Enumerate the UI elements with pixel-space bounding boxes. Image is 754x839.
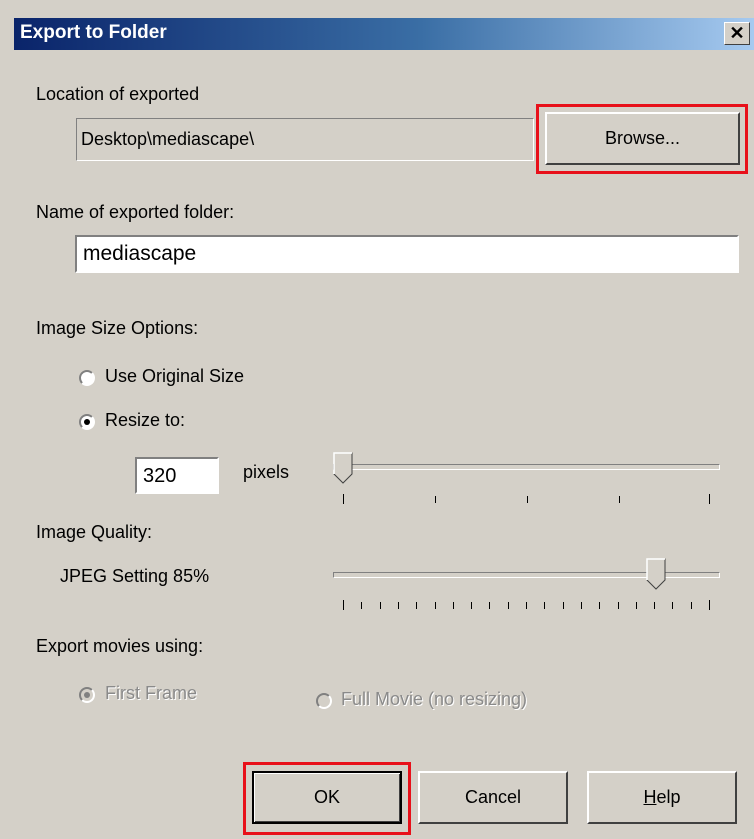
use-original-size-label[interactable]: Use Original Size [105,366,244,387]
folder-name-input[interactable]: mediascape [75,235,739,273]
jpeg-setting-label: JPEG Setting 85% [60,566,210,586]
quality-slider-tick [654,602,655,609]
quality-slider-tick [380,602,381,609]
close-icon: ✕ [729,23,745,43]
resize-width-input[interactable]: 320 [135,457,219,494]
help-button[interactable]: Help [587,771,737,824]
resize-slider-tick [527,496,528,503]
full-movie-label[interactable]: Full Movie (no resizing) [341,689,527,710]
resize-slider-tick [709,494,710,504]
ok-button[interactable]: OK [252,771,402,824]
close-button[interactable]: ✕ [724,22,750,45]
quality-slider-tick [398,602,399,609]
quality-slider-tick [489,602,490,609]
quality-slider-tick [526,602,527,609]
quality-slider-tick [416,602,417,609]
resize-slider-tick [343,494,344,504]
image-size-label: Image Size Options: [36,318,199,338]
cancel-button[interactable]: Cancel [418,771,568,824]
export-movies-label: Export movies using: [36,636,204,656]
full-movie-radio[interactable] [316,693,332,709]
location-path-value: Desktop\mediascape\ [81,129,255,149]
resize-slider-tick [435,496,436,503]
use-original-size-radio[interactable] [79,370,95,386]
quality-slider-tick [508,602,509,609]
location-label: Location of exported [36,84,200,104]
help-accelerator: H [643,787,657,807]
quality-slider-tick [435,602,436,609]
quality-slider-tick [599,602,600,609]
quality-slider-tick [544,602,545,609]
quality-slider-tick [636,602,637,609]
quality-slider-thumb[interactable] [646,558,666,590]
dialog-title: Export to Folder [20,22,167,43]
browse-button[interactable]: Browse... [545,112,740,165]
quality-slider-tick [691,602,692,609]
quality-slider-tick [343,600,344,610]
folder-name-value: mediascape [83,242,197,265]
quality-slider-tick [672,602,673,609]
quality-slider-tick [618,602,619,609]
resize-slider-thumb[interactable] [333,452,353,484]
resize-to-radio[interactable] [79,414,95,430]
resize-to-label[interactable]: Resize to: [105,410,185,431]
quality-slider-tick [471,602,472,609]
resize-slider-tick [619,496,620,503]
quality-slider-tick [709,600,710,610]
folder-name-label: Name of exported folder: [36,202,235,222]
pixels-unit-label: pixels [243,462,290,482]
quality-slider-tick [563,602,564,609]
resize-width-value: 320 [143,465,177,487]
first-frame-label[interactable]: First Frame [105,683,197,704]
resize-slider-track[interactable] [333,464,720,470]
quality-slider-tick [361,602,362,609]
title-bar[interactable]: Export to Folder ✕ [14,18,754,50]
location-path-field: Desktop\mediascape\ [76,118,534,161]
help-label-rest: elp [656,787,681,807]
image-quality-label: Image Quality: [36,522,153,542]
first-frame-radio[interactable] [79,687,95,703]
quality-slider-tick [581,602,582,609]
export-dialog: Export to Folder ✕ Location of exported … [0,0,754,839]
quality-slider-tick [453,602,454,609]
